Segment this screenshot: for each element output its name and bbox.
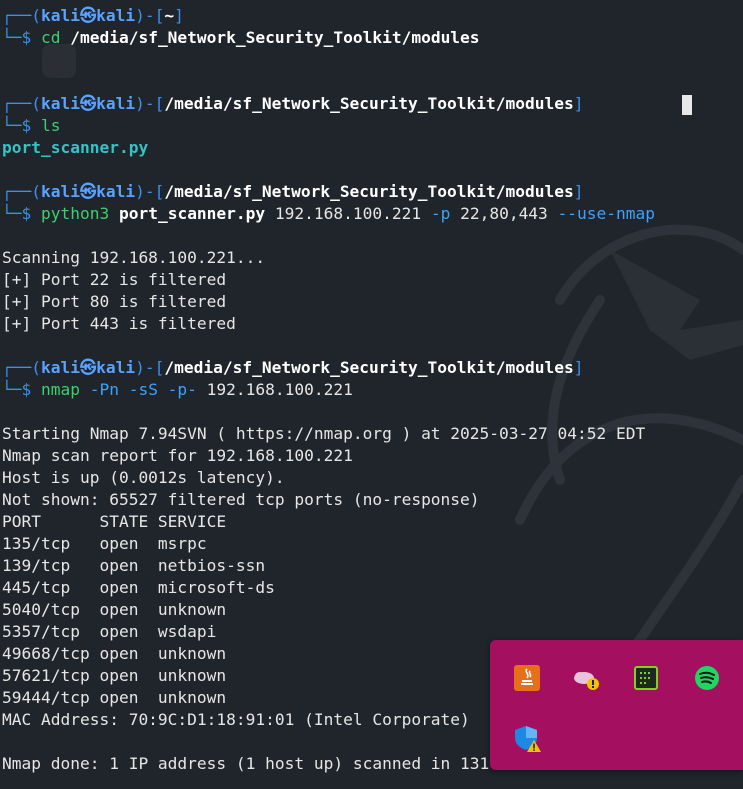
output-line: Nmap scan report for 192.168.100.221 bbox=[2, 446, 353, 465]
onedrive-warning-icon[interactable] bbox=[572, 666, 600, 694]
output-line: Scanning 192.168.100.221... bbox=[2, 248, 266, 267]
output-line: Not shown: 65527 filtered tcp ports (no-… bbox=[2, 490, 480, 509]
system-tray-overflow bbox=[490, 640, 743, 770]
output-line: Starting Nmap 7.94SVN ( https://nmap.org… bbox=[2, 424, 646, 443]
gpu-icon[interactable] bbox=[632, 664, 660, 692]
prompt-line: ┌──(kali㉿kali)-[/media/sf_Network_Securi… bbox=[2, 358, 584, 377]
output-line: 139/tcp open netbios-ssn bbox=[2, 556, 266, 575]
output-line: 5040/tcp open unknown bbox=[2, 600, 227, 619]
prompt-line: ┌──(kali㉿kali)-[/media/sf_Network_Securi… bbox=[2, 94, 584, 113]
output-line: [+] Port 80 is filtered bbox=[2, 292, 227, 311]
output-line: Host is up (0.0012s latency). bbox=[2, 468, 285, 487]
prompt-line: ┌──(kali㉿kali)-[/media/sf_Network_Securi… bbox=[2, 182, 584, 201]
prompt-line: ┌──(kali㉿kali)-[~] bbox=[2, 6, 184, 25]
ls-output: port_scanner.py bbox=[2, 138, 149, 157]
command-line: └─$ nmap -Pn -sS -p- 192.168.100.221 bbox=[2, 380, 353, 399]
output-line: [+] Port 443 is filtered bbox=[2, 314, 236, 333]
spotify-icon[interactable] bbox=[693, 664, 721, 692]
command-line: └─$ cd /media/sf_Network_Security_Toolki… bbox=[2, 28, 480, 47]
output-line: 135/tcp open msrpc bbox=[2, 534, 207, 553]
output-line: PORT STATE SERVICE bbox=[2, 512, 227, 531]
java-icon[interactable] bbox=[513, 664, 541, 692]
defender-warning-icon[interactable] bbox=[513, 724, 541, 752]
terminal-cursor bbox=[682, 95, 692, 115]
command-line: └─$ ls bbox=[2, 116, 61, 135]
command-line: └─$ python3 port_scanner.py 192.168.100.… bbox=[2, 204, 656, 223]
output-line: 445/tcp open microsoft-ds bbox=[2, 578, 275, 597]
output-line: [+] Port 22 is filtered bbox=[2, 270, 227, 289]
